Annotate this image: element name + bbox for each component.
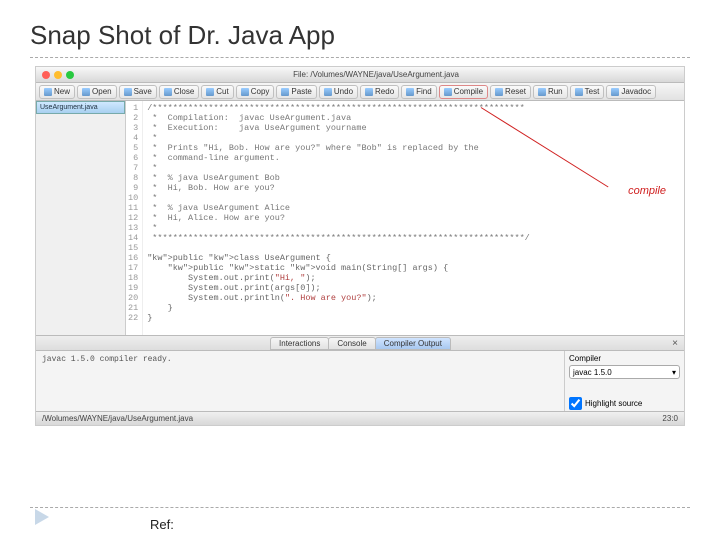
save-icon — [124, 88, 132, 96]
button-label: Close — [174, 87, 194, 96]
main-area: UseArgument.java 12345678910111213141516… — [36, 101, 684, 335]
status-position: 23:0 — [662, 414, 678, 423]
output-panel: javac 1.5.0 compiler ready. Compiler jav… — [36, 351, 684, 411]
button-label: Undo — [334, 87, 353, 96]
run-button[interactable]: Run — [533, 85, 568, 99]
slide-arrow-icon — [35, 509, 49, 525]
redo-icon — [365, 88, 373, 96]
button-label: Save — [134, 87, 152, 96]
file-list: UseArgument.java — [36, 101, 126, 335]
panel-tabs: InteractionsConsoleCompiler Output × — [36, 335, 684, 351]
button-label: Reset — [505, 87, 526, 96]
javadoc-icon — [611, 88, 619, 96]
button-label: Find — [416, 87, 432, 96]
button-label: Paste — [291, 87, 311, 96]
minimize-window-icon[interactable] — [54, 71, 62, 79]
javadoc-button[interactable]: Javadoc — [606, 85, 656, 99]
test-button[interactable]: Test — [570, 85, 605, 99]
compile-annotation: compile — [628, 185, 666, 197]
compiler-side-panel: Compiler javac 1.5.0 ▾ Highlight source — [564, 351, 684, 411]
bottom-divider — [30, 507, 690, 508]
tab-interactions[interactable]: Interactions — [270, 337, 329, 350]
chevron-down-icon: ▾ — [672, 368, 676, 377]
paste-icon — [281, 88, 289, 96]
file-tab[interactable]: UseArgument.java — [36, 101, 125, 114]
button-label: Cut — [216, 87, 228, 96]
code-editor[interactable]: 12345678910111213141516171819202122 /***… — [126, 101, 684, 335]
button-label: Run — [548, 87, 563, 96]
code-content[interactable]: /***************************************… — [143, 101, 534, 335]
status-bar: /Wolumes/WAYNE/java/UseArgument.java 23:… — [36, 411, 684, 425]
open-icon — [82, 88, 90, 96]
ref-label: Ref: — [150, 517, 174, 532]
close-icon — [164, 88, 172, 96]
tab-console[interactable]: Console — [328, 337, 375, 350]
window-title-bar: File: /Volumes/WAYNE/java/UseArgument.ja… — [36, 67, 684, 83]
close-icon[interactable]: × — [672, 338, 678, 349]
open-button[interactable]: Open — [77, 85, 117, 99]
slide-title: Snap Shot of Dr. Java App — [0, 0, 720, 57]
paste-button[interactable]: Paste — [276, 85, 316, 99]
highlight-source-checkbox[interactable] — [569, 397, 582, 410]
button-label: Copy — [251, 87, 270, 96]
redo-button[interactable]: Redo — [360, 85, 399, 99]
run-icon — [538, 88, 546, 96]
save-button[interactable]: Save — [119, 85, 157, 99]
find-icon — [406, 88, 414, 96]
cut-icon — [206, 88, 214, 96]
close-button[interactable]: Close — [159, 85, 199, 99]
undo-icon — [324, 88, 332, 96]
compile-icon — [444, 88, 452, 96]
find-button[interactable]: Find — [401, 85, 437, 99]
new-icon — [44, 88, 52, 96]
reset-button[interactable]: Reset — [490, 85, 531, 99]
title-divider — [30, 57, 690, 58]
line-gutter: 12345678910111213141516171819202122 — [126, 101, 143, 335]
zoom-window-icon[interactable] — [66, 71, 74, 79]
status-path: /Wolumes/WAYNE/java/UseArgument.java — [42, 414, 193, 423]
test-icon — [575, 88, 583, 96]
button-label: Compile — [454, 87, 483, 96]
cut-button[interactable]: Cut — [201, 85, 233, 99]
compile-button[interactable]: Compile — [439, 85, 488, 99]
compiler-message: javac 1.5.0 compiler ready. — [36, 351, 564, 411]
compiler-label: Compiler — [569, 354, 680, 363]
reset-icon — [495, 88, 503, 96]
window-controls — [42, 71, 74, 79]
close-window-icon[interactable] — [42, 71, 50, 79]
copy-button[interactable]: Copy — [236, 85, 275, 99]
button-label: Test — [585, 87, 600, 96]
new-button[interactable]: New — [39, 85, 75, 99]
button-label: New — [54, 87, 70, 96]
button-label: Redo — [375, 87, 394, 96]
compiler-select[interactable]: javac 1.5.0 ▾ — [569, 365, 680, 379]
window-title: File: /Volumes/WAYNE/java/UseArgument.ja… — [74, 70, 678, 79]
tab-compiler-output[interactable]: Compiler Output — [375, 337, 451, 350]
button-label: Javadoc — [621, 87, 651, 96]
drjava-window: File: /Volumes/WAYNE/java/UseArgument.ja… — [35, 66, 685, 426]
toolbar: New Open Save Close Cut Copy Paste Undo Redo Find… — [36, 83, 684, 101]
highlight-source-label: Highlight source — [585, 399, 642, 408]
compiler-value: javac 1.5.0 — [573, 368, 612, 377]
button-label: Open — [92, 87, 112, 96]
undo-button[interactable]: Undo — [319, 85, 358, 99]
copy-icon — [241, 88, 249, 96]
